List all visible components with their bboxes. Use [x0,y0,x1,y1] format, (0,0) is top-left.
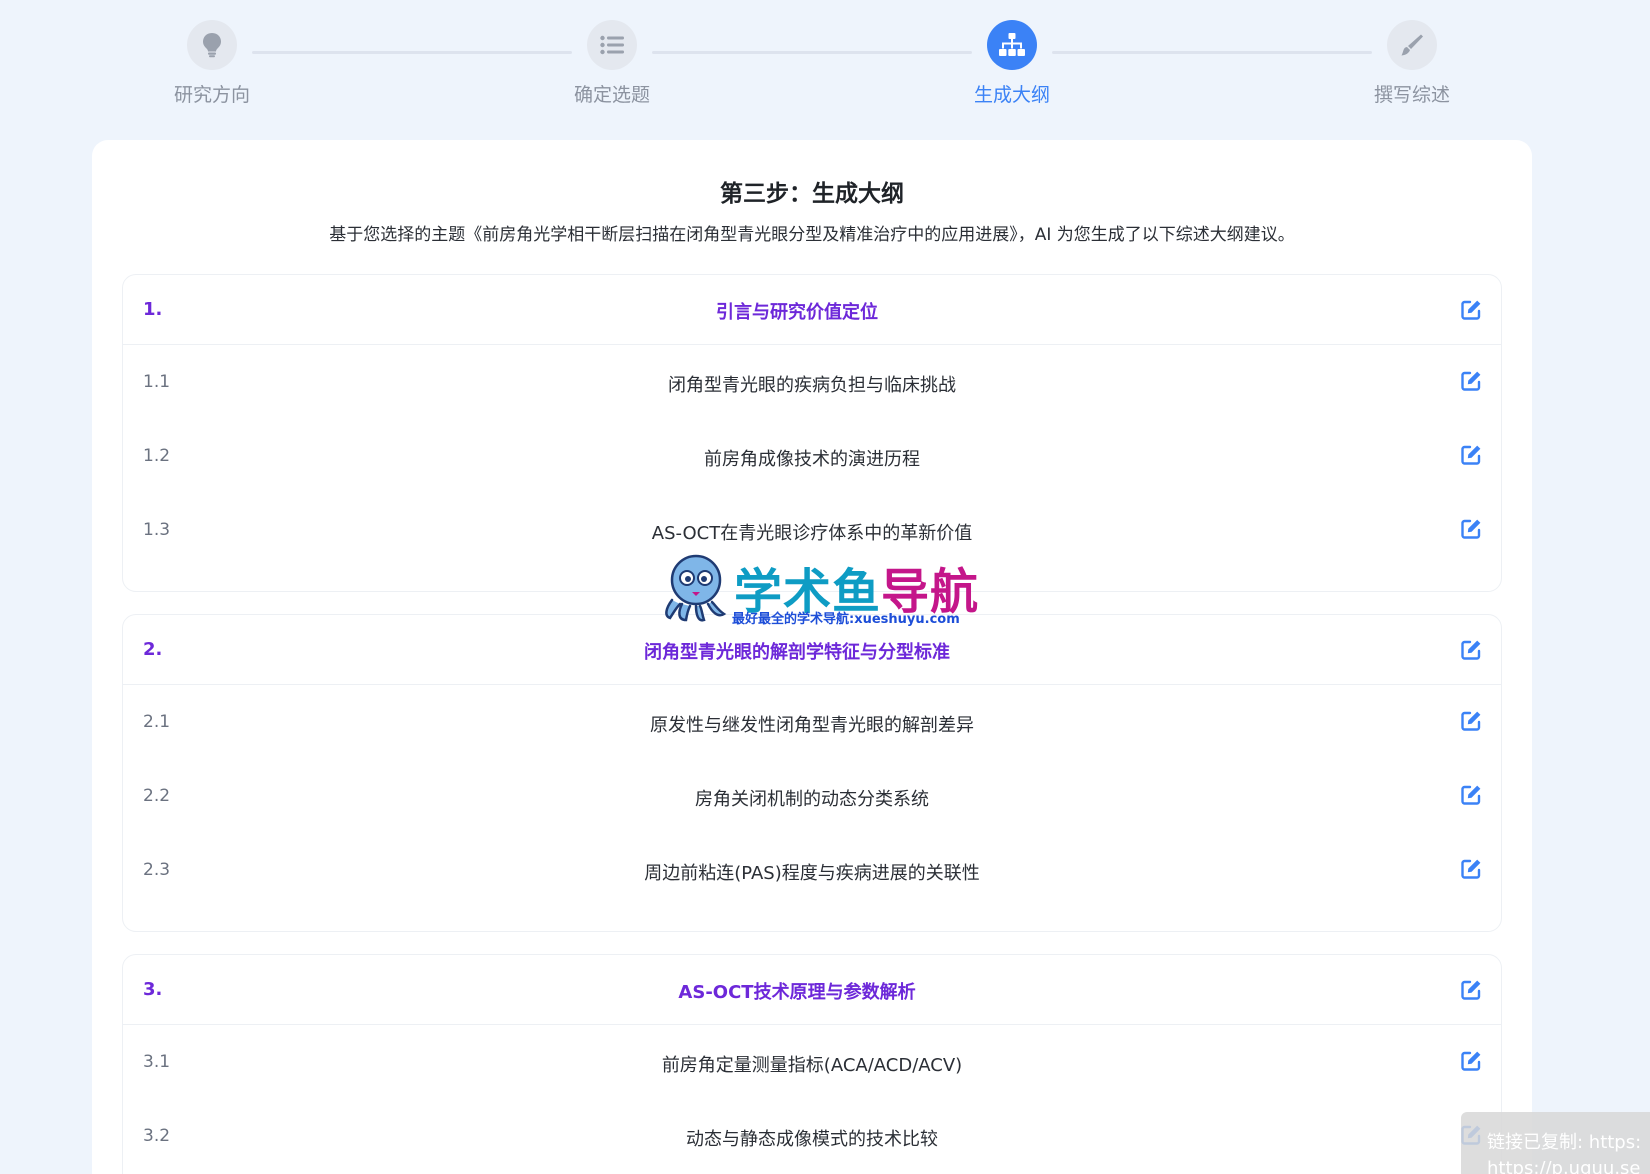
subsection-row: 3.2 动态与静态成像模式的技术比较 [123,1099,1501,1173]
subsection-title: 前房角成像技术的演进历程 [704,449,920,470]
subsection-title: 动态与静态成像模式的技术比较 [686,1129,938,1150]
step-label: 生成大纲 [973,84,1050,106]
section-header: 1. 引言与研究价值定位 [123,275,1501,345]
edit-icon[interactable] [1459,978,1483,1002]
section-header: 3. AS-OCT技术原理与参数解析 [123,955,1501,1025]
subsection-row: 3.1 前房角定量测量指标(ACA/ACD/ACV) [123,1025,1501,1099]
step-label: 确定选题 [573,84,650,106]
subsection-row: 2.1 原发性与继发性闭角型青光眼的解剖差异 [123,685,1501,759]
outline-section: 3. AS-OCT技术原理与参数解析 3.1 前房角定量测量指标(ACA/ACD… [122,954,1502,1174]
subsection-title: 闭角型青光眼的疾病负担与临床挑战 [668,375,956,396]
edit-icon[interactable] [1459,638,1483,662]
edit-icon[interactable] [1459,298,1483,322]
toast-link: https://p.uguu.se [1487,1158,1641,1174]
step-label: 撰写综述 [1373,84,1450,106]
subsection-row: 1.3 AS-OCT在青光眼诊疗体系中的革新价值 [123,493,1501,567]
stepper-connector [652,51,972,54]
sitemap-icon [987,20,1037,70]
step-label: 研究方向 [173,84,250,106]
step-generate-outline[interactable]: 生成大纲 [952,20,1072,107]
outline-card: 第三步：生成大纲 基于您选择的主题《前房角光学相干断层扫描在闭角型青光眼分型及精… [92,140,1532,1174]
page-title: 第三步：生成大纲 [720,181,904,207]
stepper-connector [252,51,572,54]
step-confirm-topic[interactable]: 确定选题 [552,20,672,107]
subsection-title: 周边前粘连(PAS)程度与疾病进展的关联性 [644,863,980,884]
outline-section: 2. 闭角型青光眼的解剖学特征与分型标准 2.1 原发性与继发性闭角型青光眼的解… [122,614,1502,932]
subsection-row: 2.3 周边前粘连(PAS)程度与疾病进展的关联性 [123,833,1501,907]
subsection-row: 1.2 前房角成像技术的演进历程 [123,419,1501,493]
toast-message: 链接已复制: https: [1487,1132,1642,1153]
section-title: 引言与研究价值定位 [716,302,878,323]
section-title: 闭角型青光眼的解剖学特征与分型标准 [644,642,950,663]
subsection-title: 房角关闭机制的动态分类系统 [695,789,929,810]
edit-icon[interactable] [1459,443,1483,467]
subsection-title: AS-OCT在青光眼诊疗体系中的革新价值 [651,523,973,544]
lightbulb-icon [187,20,237,70]
subsection-row: 2.2 房角关闭机制的动态分类系统 [123,759,1501,833]
copy-link-toast: 链接已复制: https: https://p.uguu.se [1461,1112,1650,1174]
step-write-review[interactable]: 撰写综述 [1352,20,1472,107]
edit-icon[interactable] [1459,709,1483,733]
outline-section: 1. 引言与研究价值定位 1.1 闭角型青光眼的疾病负担与临床挑战 1.2 前房… [122,274,1502,592]
page-description: 基于您选择的主题《前房角光学相干断层扫描在闭角型青光眼分型及精准治疗中的应用进展… [329,225,1295,245]
subsection-title: 原发性与继发性闭角型青光眼的解剖差异 [650,715,974,736]
subsection-title: 前房角定量测量指标(ACA/ACD/ACV) [661,1055,963,1076]
edit-icon[interactable] [1459,1049,1483,1073]
list-icon [587,20,637,70]
edit-icon[interactable] [1459,783,1483,807]
edit-icon[interactable] [1459,369,1483,393]
pen-icon [1387,20,1437,70]
edit-icon[interactable] [1459,517,1483,541]
progress-stepper: 研究方向 确定选题 生成大纲 撰写综述 [0,0,1650,130]
stepper-connector [1052,51,1372,54]
step-research-direction[interactable]: 研究方向 [152,20,272,107]
section-header: 2. 闭角型青光眼的解剖学特征与分型标准 [123,615,1501,685]
edit-icon[interactable] [1459,857,1483,881]
section-title: AS-OCT技术原理与参数解析 [678,982,916,1003]
subsection-row: 1.1 闭角型青光眼的疾病负担与临床挑战 [123,345,1501,419]
